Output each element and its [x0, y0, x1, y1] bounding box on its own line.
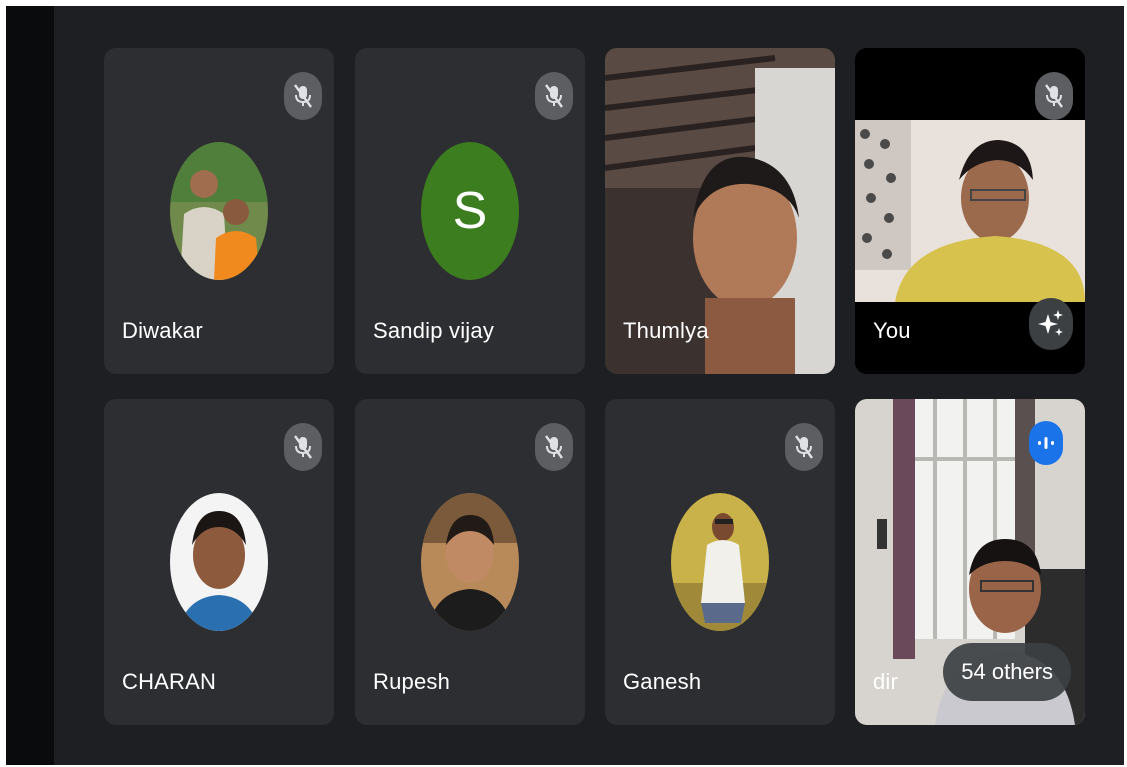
participant-name: Rupesh	[373, 669, 451, 694]
participant-name: Diwakar	[122, 318, 203, 343]
avatar	[170, 493, 268, 631]
participant-name: Sandip vijay	[373, 318, 495, 343]
avatar	[170, 142, 268, 280]
participant-tile-rupesh[interactable]: Rupesh	[355, 399, 585, 725]
participant-tile-sandip-vijay[interactable]: S Sandip vijay	[355, 48, 585, 374]
others-chip[interactable]: 54 others	[943, 643, 1071, 701]
avatar	[671, 493, 769, 631]
avatar	[421, 493, 519, 631]
participant-tile-you[interactable]: You	[855, 48, 1085, 374]
sparkle-icon[interactable]	[1029, 298, 1073, 350]
participant-tile-charan[interactable]: CHARAN	[104, 399, 334, 725]
participant-tile-thumlya[interactable]: Thumlya	[605, 48, 835, 374]
participant-grid: Diwakar S Sandip vijay Thumlya You CHARA…	[54, 6, 1124, 765]
mic-off-icon	[785, 423, 823, 471]
mic-off-icon	[535, 423, 573, 471]
participant-tile-diwakar[interactable]: Diwakar	[104, 48, 334, 374]
participant-name: CHARAN	[122, 669, 217, 694]
avatar-initial: S	[421, 142, 519, 280]
mic-off-icon	[284, 72, 322, 120]
participant-tile-dir[interactable]: dir 54 others	[855, 399, 1085, 725]
audio-level-icon	[1029, 421, 1063, 465]
mic-off-icon	[535, 72, 573, 120]
mic-off-icon	[1035, 72, 1073, 120]
participant-name: dir	[873, 669, 899, 694]
mic-off-icon	[284, 423, 322, 471]
participant-name: Ganesh	[623, 669, 702, 694]
participant-name: You	[873, 318, 911, 343]
participant-tile-ganesh[interactable]: Ganesh	[605, 399, 835, 725]
participant-name: Thumlya	[623, 318, 709, 343]
